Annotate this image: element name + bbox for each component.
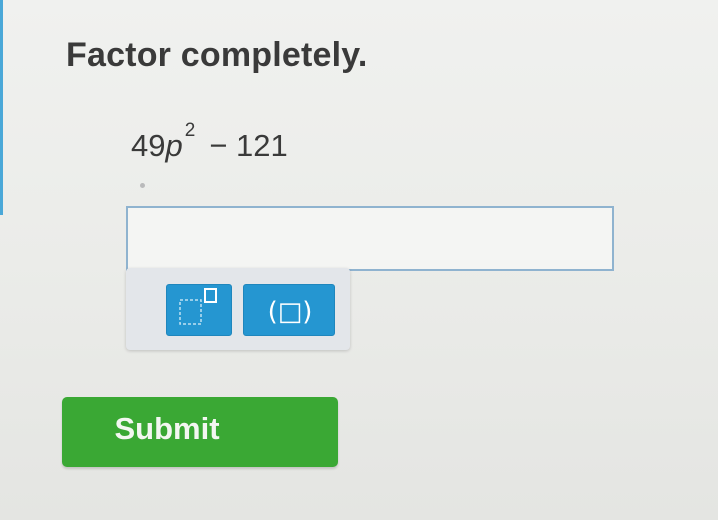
cursor-dot (140, 183, 145, 188)
expression-exponent: 2 (184, 120, 196, 141)
expression-rest: − 121 (209, 128, 288, 163)
math-expression: 49p 2 − 121 (131, 120, 288, 164)
instruction-text: Factor completely. (66, 36, 368, 74)
answer-input[interactable] (126, 206, 614, 271)
left-accent-rule (0, 0, 3, 215)
math-palette: (□) (126, 268, 350, 350)
expression-variable: p (165, 128, 183, 163)
submit-button[interactable]: Submit (62, 397, 338, 467)
parentheses-button[interactable]: (□) (243, 284, 335, 336)
exponent-button[interactable] (166, 284, 232, 336)
practice-page: Factor completely. 49p 2 − 121 (□) Submit (0, 0, 718, 520)
parentheses-button-label: (□) (268, 297, 313, 327)
expression-coefficient: 49 (131, 128, 166, 163)
